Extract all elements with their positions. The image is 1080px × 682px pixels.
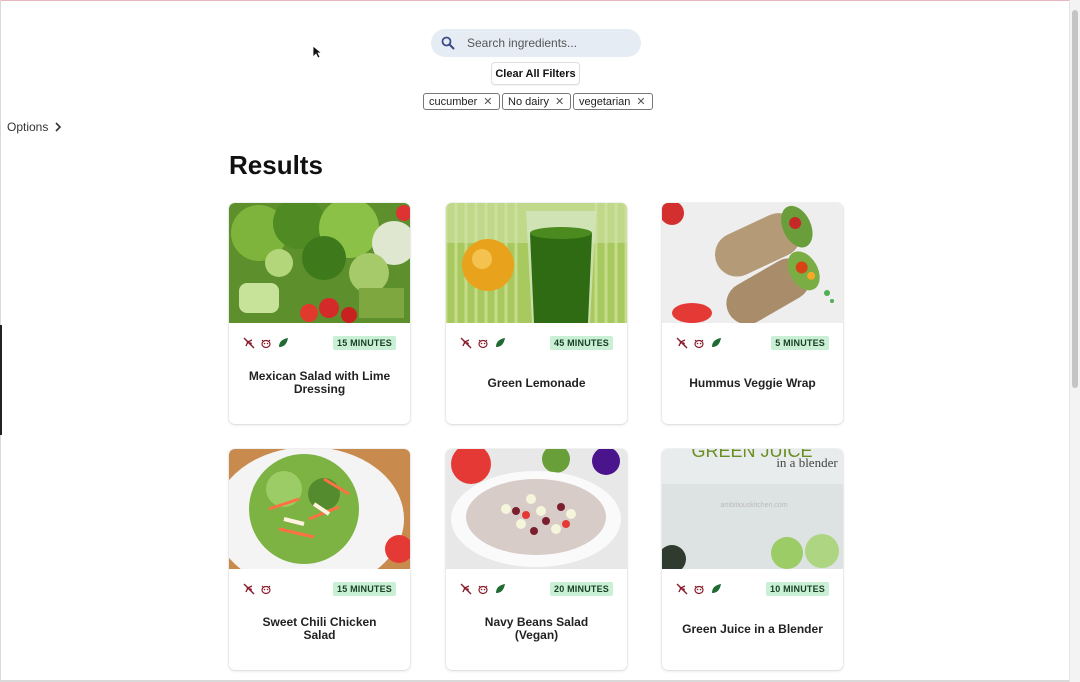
recipe-card[interactable]: GREEN JUICE in a blender ambitiouskitche… <box>662 449 843 670</box>
recipe-image <box>229 449 410 569</box>
filter-chip-no-dairy: No dairy ✕ <box>502 93 572 110</box>
remove-chip-icon[interactable]: ✕ <box>483 95 492 108</box>
recipe-card[interactable]: 5 MINUTES Hummus Veggie Wrap <box>662 203 843 424</box>
recipe-card[interactable]: 20 MINUTES Navy Beans Salad (Vegan) <box>446 449 627 670</box>
options-toggle[interactable]: Options <box>7 120 62 134</box>
recipe-card[interactable]: 15 MINUTES Sweet Chili Chicken Salad <box>229 449 410 670</box>
results-heading: Results <box>229 150 323 180</box>
vegetarian-leaf-icon <box>277 337 289 349</box>
chevron-right-icon <box>55 122 62 132</box>
remove-chip-icon[interactable]: ✕ <box>555 95 564 108</box>
recipe-image <box>229 203 410 323</box>
recipe-title[interactable]: Navy Beans Salad (Vegan) <box>462 601 611 657</box>
scrollbar-thumb[interactable] <box>1072 10 1078 388</box>
no-dairy-icon <box>693 337 705 349</box>
filter-chip-label: No dairy <box>508 95 549 108</box>
recipe-title[interactable]: Green Juice in a Blender <box>678 601 827 657</box>
mouse-cursor-icon <box>312 45 322 59</box>
diet-icons <box>676 583 727 595</box>
no-gluten-icon <box>676 337 688 349</box>
no-dairy-icon <box>477 583 489 595</box>
no-gluten-icon <box>243 583 255 595</box>
vegetarian-leaf-icon <box>494 337 506 349</box>
diet-icons <box>243 583 277 595</box>
time-badge: 15 MINUTES <box>332 582 396 596</box>
time-badge: 45 MINUTES <box>549 336 613 350</box>
vegetarian-leaf-icon <box>710 583 722 595</box>
image-watermark-text: ambitiouskitchen.com <box>720 502 787 509</box>
top-border <box>0 0 1080 1</box>
no-gluten-icon <box>243 337 255 349</box>
clear-all-filters-button[interactable]: Clear All Filters <box>491 62 580 85</box>
time-badge: 5 MINUTES <box>771 336 829 350</box>
recipe-card[interactable]: 45 MINUTES Green Lemonade <box>446 203 627 424</box>
recipe-title[interactable]: Sweet Chili Chicken Salad <box>245 601 394 657</box>
no-dairy-icon <box>260 583 272 595</box>
time-badge: 20 MINUTES <box>549 582 613 596</box>
time-badge: 15 MINUTES <box>332 336 396 350</box>
no-gluten-icon <box>676 583 688 595</box>
filter-chip-vegetarian: vegetarian ✕ <box>573 93 653 110</box>
no-gluten-icon <box>460 583 472 595</box>
diet-icons <box>676 337 727 349</box>
filter-chip-cucumber: cucumber ✕ <box>423 93 500 110</box>
no-dairy-icon <box>477 337 489 349</box>
recipe-image <box>662 203 843 323</box>
search-input[interactable] <box>465 35 629 51</box>
left-edge-marker <box>0 325 2 435</box>
recipe-title[interactable]: Mexican Salad with Lime Dressing <box>245 355 394 411</box>
vegetarian-leaf-icon <box>710 337 722 349</box>
remove-chip-icon[interactable]: ✕ <box>636 95 645 108</box>
recipe-image <box>446 203 627 323</box>
recipe-image: GREEN JUICE in a blender ambitiouskitche… <box>662 449 843 569</box>
time-badge: 10 MINUTES <box>765 582 829 596</box>
image-subtitle-text: in a blender <box>776 455 838 470</box>
recipe-title[interactable]: Hummus Veggie Wrap <box>678 355 827 411</box>
no-dairy-icon <box>693 583 705 595</box>
search-bar[interactable] <box>431 29 641 57</box>
vegetarian-leaf-icon <box>494 583 506 595</box>
search-icon <box>441 36 455 50</box>
no-gluten-icon <box>460 337 472 349</box>
no-dairy-icon <box>260 337 272 349</box>
recipe-card[interactable]: 15 MINUTES Mexican Salad with Lime Dress… <box>229 203 410 424</box>
recipe-title[interactable]: Green Lemonade <box>462 355 611 411</box>
diet-icons <box>460 583 511 595</box>
options-label: Options <box>7 120 49 134</box>
filter-chip-label: cucumber <box>429 95 478 108</box>
diet-icons <box>460 337 511 349</box>
diet-icons <box>243 337 294 349</box>
scrollbar[interactable] <box>1069 0 1080 682</box>
filter-chip-label: vegetarian <box>579 95 631 108</box>
recipe-image <box>446 449 627 569</box>
